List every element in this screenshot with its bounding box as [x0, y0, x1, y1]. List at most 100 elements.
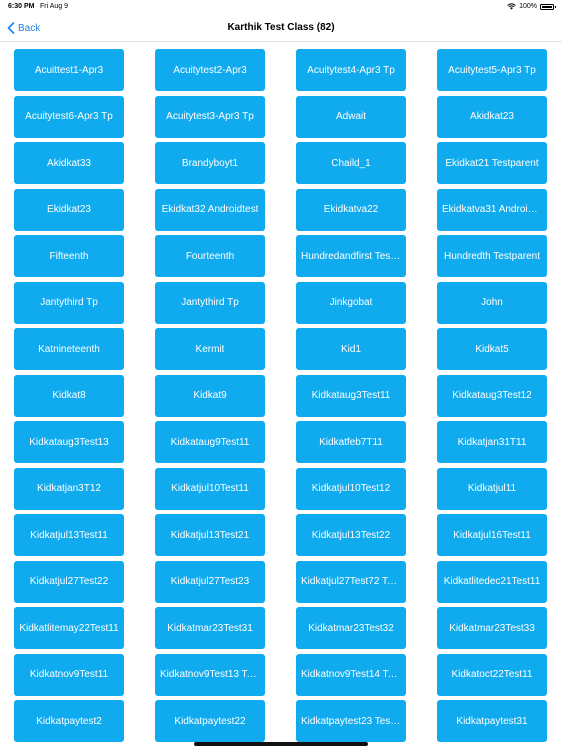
student-tile[interactable]: Hundredth Testparent	[437, 235, 547, 277]
student-tile[interactable]: Kidkat8	[14, 374, 124, 417]
student-name: Acuitytest6-Apr3 Tp	[25, 111, 113, 122]
student-tile[interactable]: Acuitytest5-Apr3 Tp	[437, 49, 547, 91]
student-tile[interactable]: Akidkat33	[14, 142, 124, 184]
student-tile[interactable]: Kidkatjul10Test12	[296, 467, 406, 510]
student-tile[interactable]: Jinkgobat	[296, 281, 406, 324]
student-tile[interactable]: Hundredandfirst Testparent	[296, 235, 406, 277]
student-name: Kidkataug9Test11	[170, 436, 250, 448]
student-name: Kidkatpaytest2	[36, 715, 102, 727]
student-tile[interactable]: Kidkatlitemay22Test11	[14, 607, 124, 649]
student-name: Kidkatlitemay22Test11	[19, 622, 119, 634]
student-name: Akidkat33	[47, 157, 91, 169]
student-name: Kidkatjul27Test72 Testparent	[301, 576, 401, 587]
home-indicator[interactable]	[194, 742, 368, 746]
student-tile[interactable]: Acuittest1-Apr3	[14, 49, 124, 91]
student-tile[interactable]: Kidkatjul13Test21	[155, 514, 265, 556]
student-tile[interactable]: Kidkatpaytest2	[14, 700, 124, 742]
student-tile[interactable]: Adwait	[296, 95, 406, 138]
student-tile[interactable]: Fifteenth	[14, 235, 124, 277]
student-name: Kidkat8	[52, 390, 86, 401]
student-tile[interactable]: Kidkatnov9Test11	[14, 653, 124, 696]
student-name: Ekidkat32 Androidtest	[161, 204, 259, 215]
student-tile[interactable]: Kid1	[296, 328, 406, 370]
student-tile[interactable]: Kidkat5	[437, 328, 547, 370]
screen: 6:30 PM Fri Aug 9 100% Back Karthik Test…	[0, 0, 562, 750]
student-tile[interactable]: Kidkatjul16Test11	[437, 514, 547, 556]
student-name: Kidkatmar23Test31	[167, 622, 253, 634]
student-tile[interactable]: Jantythird Tp	[14, 281, 124, 324]
student-tile[interactable]: Kidkatjan31T11	[437, 421, 547, 463]
student-tile[interactable]: Kidkatmar23Test32	[296, 607, 406, 649]
student-tile[interactable]: Kermit	[155, 328, 265, 370]
student-name: Acuitytest2-Apr3	[173, 64, 247, 76]
student-name: Kidkataug3Test13	[29, 436, 109, 448]
student-tile[interactable]: Fourteenth	[155, 235, 265, 277]
student-tile[interactable]: Ekidkat21 Testparent	[437, 142, 547, 184]
student-tile[interactable]: Kidkatmar23Test31	[155, 607, 265, 649]
student-tile[interactable]: John	[437, 281, 547, 324]
student-tile[interactable]: Ekidkatva31 Androidtest	[437, 188, 547, 231]
student-tile[interactable]: Acuitytest3-Apr3 Tp	[155, 95, 265, 138]
student-name: Fourteenth	[185, 250, 235, 262]
student-tile[interactable]: Kidkatpaytest22	[155, 700, 265, 742]
student-tile[interactable]: Ekidkat23	[14, 188, 124, 231]
student-tile[interactable]: Kidkataug3Test11	[296, 374, 406, 417]
student-tile[interactable]: Ekidkat32 Androidtest	[155, 188, 265, 231]
student-name: Kermit	[195, 343, 225, 355]
status-right: 100%	[507, 3, 556, 10]
student-tile[interactable]: Kidkatjul27Test22	[14, 560, 124, 603]
student-name: Kidkatjul27Test22	[29, 576, 109, 587]
student-name: Brandyboyt1	[181, 157, 239, 169]
page-title: Karthik Test Class (82)	[227, 22, 335, 33]
student-tile[interactable]: Kidkatjan3T12	[14, 467, 124, 510]
student-tile[interactable]: Kidkatjul10Test11	[155, 467, 265, 510]
student-tile[interactable]: Acuitytest4-Apr3 Tp	[296, 49, 406, 91]
student-tile[interactable]: Chaild_1	[296, 142, 406, 184]
student-name: Acuitytest4-Apr3 Tp	[307, 64, 395, 76]
student-tile[interactable]: Kidkatjul11	[437, 467, 547, 510]
student-tile[interactable]: Jantythird Tp	[155, 281, 265, 324]
student-name: Fifteenth	[49, 250, 89, 262]
student-name: Kid1	[340, 343, 361, 355]
student-name: Kidkataug3Test12	[452, 390, 532, 401]
student-name: Adwait	[335, 111, 366, 122]
student-tile[interactable]: Kidkatjul13Test22	[296, 514, 406, 556]
student-name: Hundredandfirst Testparent	[301, 250, 401, 262]
student-tile[interactable]: Ekidkatva22	[296, 188, 406, 231]
student-name: Ekidkat23	[47, 204, 91, 215]
student-tile[interactable]: Kidkatjul27Test23	[155, 560, 265, 603]
student-tile[interactable]: Kidkatmar23Test33	[437, 607, 547, 649]
student-name: John	[481, 297, 503, 308]
student-tile[interactable]: Kidkataug3Test13	[14, 421, 124, 463]
student-name: Jantythird Tp	[40, 297, 98, 308]
battery-percent: 100%	[519, 3, 537, 10]
student-tile[interactable]: Brandyboyt1	[155, 142, 265, 184]
student-name: Acuitytest5-Apr3 Tp	[448, 64, 536, 76]
student-name: Kidkatpaytest23 Testparent	[301, 715, 401, 727]
student-tile[interactable]: Acuitytest6-Apr3 Tp	[14, 95, 124, 138]
student-tile[interactable]: Kidkatlitedec21Test11	[437, 560, 547, 603]
student-name: Kidkatjan3T12	[37, 483, 101, 494]
student-tile[interactable]: Acuitytest2-Apr3	[155, 49, 265, 91]
status-time: 6:30 PM	[8, 3, 35, 10]
student-tile[interactable]: Kidkatoct22Test11	[437, 653, 547, 696]
student-tile[interactable]: Kidkataug3Test12	[437, 374, 547, 417]
student-tile[interactable]: Kidkatpaytest23 Testparent	[296, 700, 406, 742]
student-tile[interactable]: Kidkatpaytest31	[437, 700, 547, 742]
student-name: Katnineteenth	[38, 343, 100, 355]
student-name: Ekidkatva22	[323, 204, 379, 215]
battery-icon	[540, 3, 556, 10]
student-tile[interactable]: Katnineteenth	[14, 328, 124, 370]
student-tile[interactable]: Kidkatjul27Test72 Testparent	[296, 560, 406, 603]
student-name: Kidkatjul10Test12	[311, 483, 391, 494]
student-tile[interactable]: Kidkat9	[155, 374, 265, 417]
student-tile[interactable]: Kidkatjul13Test11	[14, 514, 124, 556]
wifi-icon	[507, 3, 516, 10]
student-name: Kidkatmar23Test33	[449, 622, 535, 634]
status-bar: 6:30 PM Fri Aug 9 100%	[0, 0, 562, 14]
student-tile[interactable]: Kidkataug9Test11	[155, 421, 265, 463]
student-tile[interactable]: Akidkat23	[437, 95, 547, 138]
student-tile[interactable]: Kidkatnov9Test14 Testparent	[296, 653, 406, 696]
student-tile[interactable]: Kidkatfeb7T11	[296, 421, 406, 463]
student-tile[interactable]: Kidkatnov9Test13 Testparent	[155, 653, 265, 696]
